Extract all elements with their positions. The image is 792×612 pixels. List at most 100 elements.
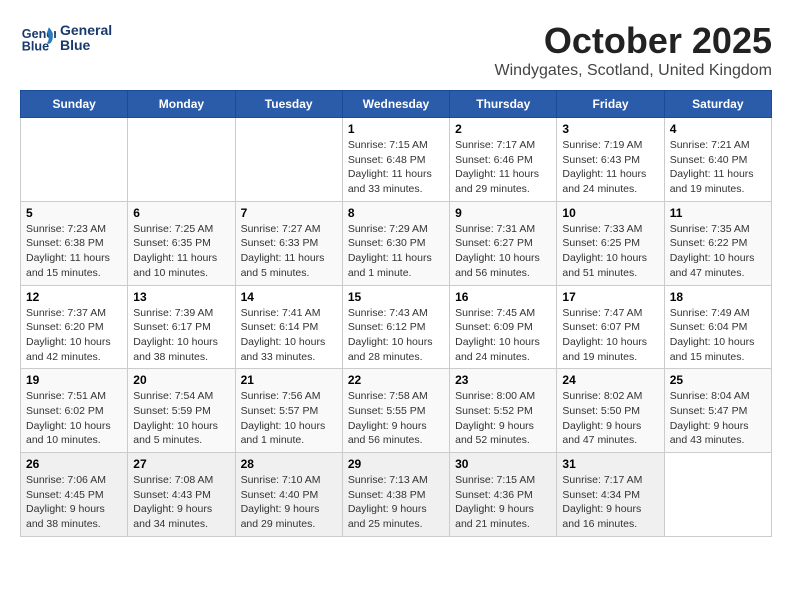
day-info: Sunrise: 7:06 AM Sunset: 4:45 PM Dayligh… [26,473,122,532]
day-cell: 28 Sunrise: 7:10 AM Sunset: 4:40 PM Dayli… [235,453,342,537]
day-info: Sunrise: 7:39 AM Sunset: 6:17 PM Dayligh… [133,306,229,365]
day-info: Sunrise: 7:43 AM Sunset: 6:12 PM Dayligh… [348,306,444,365]
day-number: 26 [26,457,122,471]
day-cell: 23Sunrise: 8:00 AM Sunset: 5:52 PM Dayli… [450,369,557,453]
day-cell: 10Sunrise: 7:33 AM Sunset: 6:25 PM Dayli… [557,201,664,285]
day-cell [664,453,771,537]
day-header-sunday: Sunday [21,91,128,118]
day-cell: 2 Sunrise: 7:17 AM Sunset: 6:46 PM Daylig… [450,118,557,202]
day-cell: 6 Sunrise: 7:25 AM Sunset: 6:35 PM Daylig… [128,201,235,285]
day-info: Sunrise: 7:56 AM Sunset: 5:57 PM Dayligh… [241,389,337,448]
day-cell: 17 Sunrise: 7:47 AM Sunset: 6:07 PM Dayli… [557,285,664,369]
day-number: 1 [348,122,444,136]
day-info: Sunrise: 7:17 AM Sunset: 4:34 PM Dayligh… [562,473,658,532]
day-info: Sunrise: 8:02 AM Sunset: 5:50 PM Dayligh… [562,389,658,448]
header: General Blue General Blue October 2025 W… [20,20,772,80]
day-number: 3 [562,122,658,136]
day-cell: 20Sunrise: 7:54 AM Sunset: 5:59 PM Dayli… [128,369,235,453]
day-cell: 21 Sunrise: 7:56 AM Sunset: 5:57 PM Dayli… [235,369,342,453]
day-cell: 5Sunrise: 7:23 AM Sunset: 6:38 PM Daylig… [21,201,128,285]
day-info: Sunrise: 7:35 AM Sunset: 6:22 PM Dayligh… [670,222,766,281]
day-info: Sunrise: 7:19 AM Sunset: 6:43 PM Dayligh… [562,138,658,197]
day-info: Sunrise: 8:04 AM Sunset: 5:47 PM Dayligh… [670,389,766,448]
day-header-thursday: Thursday [450,91,557,118]
day-cell: 7Sunrise: 7:27 AM Sunset: 6:33 PM Daylig… [235,201,342,285]
day-info: Sunrise: 7:29 AM Sunset: 6:30 PM Dayligh… [348,222,444,281]
day-number: 12 [26,290,122,304]
day-info: Sunrise: 7:49 AM Sunset: 6:04 PM Dayligh… [670,306,766,365]
week-row-4: 19Sunrise: 7:51 AM Sunset: 6:02 PM Dayli… [21,369,772,453]
day-info: Sunrise: 7:25 AM Sunset: 6:35 PM Dayligh… [133,222,229,281]
day-cell: 31 Sunrise: 7:17 AM Sunset: 4:34 PM Dayli… [557,453,664,537]
day-cell: 13Sunrise: 7:39 AM Sunset: 6:17 PM Dayli… [128,285,235,369]
day-cell: 30Sunrise: 7:15 AM Sunset: 4:36 PM Dayli… [450,453,557,537]
day-number: 22 [348,373,444,387]
week-row-3: 12Sunrise: 7:37 AM Sunset: 6:20 PM Dayli… [21,285,772,369]
title-section: October 2025 Windygates, Scotland, Unite… [495,20,772,80]
calendar-table: SundayMondayTuesdayWednesdayThursdayFrid… [20,90,772,537]
month-title: October 2025 [495,20,772,62]
day-cell: 25 Sunrise: 8:04 AM Sunset: 5:47 PM Dayli… [664,369,771,453]
day-number: 20 [133,373,229,387]
day-header-wednesday: Wednesday [342,91,449,118]
logo-icon: General Blue [20,20,56,56]
day-number: 30 [455,457,551,471]
day-number: 11 [670,206,766,220]
day-cell: 11 Sunrise: 7:35 AM Sunset: 6:22 PM Dayli… [664,201,771,285]
day-info: Sunrise: 7:31 AM Sunset: 6:27 PM Dayligh… [455,222,551,281]
day-number: 21 [241,373,337,387]
day-cell [128,118,235,202]
day-cell: 18 Sunrise: 7:49 AM Sunset: 6:04 PM Dayli… [664,285,771,369]
day-number: 9 [455,206,551,220]
day-cell: 14Sunrise: 7:41 AM Sunset: 6:14 PM Dayli… [235,285,342,369]
day-header-tuesday: Tuesday [235,91,342,118]
day-number: 19 [26,373,122,387]
day-info: Sunrise: 7:47 AM Sunset: 6:07 PM Dayligh… [562,306,658,365]
location-title: Windygates, Scotland, United Kingdom [495,62,772,80]
day-number: 28 [241,457,337,471]
day-cell: 1 Sunrise: 7:15 AM Sunset: 6:48 PM Daylig… [342,118,449,202]
day-info: Sunrise: 7:15 AM Sunset: 6:48 PM Dayligh… [348,138,444,197]
day-number: 31 [562,457,658,471]
day-cell: 4 Sunrise: 7:21 AM Sunset: 6:40 PM Daylig… [664,118,771,202]
day-number: 14 [241,290,337,304]
day-cell: 26 Sunrise: 7:06 AM Sunset: 4:45 PM Dayli… [21,453,128,537]
day-cell: 12Sunrise: 7:37 AM Sunset: 6:20 PM Dayli… [21,285,128,369]
day-cell: 29 Sunrise: 7:13 AM Sunset: 4:38 PM Dayli… [342,453,449,537]
day-info: Sunrise: 7:10 AM Sunset: 4:40 PM Dayligh… [241,473,337,532]
logo: General Blue General Blue [20,20,112,56]
day-cell [21,118,128,202]
day-info: Sunrise: 7:17 AM Sunset: 6:46 PM Dayligh… [455,138,551,197]
day-cell: 3 Sunrise: 7:19 AM Sunset: 6:43 PM Daylig… [557,118,664,202]
day-number: 16 [455,290,551,304]
day-number: 8 [348,206,444,220]
day-cell: 15 Sunrise: 7:43 AM Sunset: 6:12 PM Dayli… [342,285,449,369]
day-info: Sunrise: 7:13 AM Sunset: 4:38 PM Dayligh… [348,473,444,532]
day-number: 25 [670,373,766,387]
day-number: 29 [348,457,444,471]
day-number: 15 [348,290,444,304]
day-number: 7 [241,206,337,220]
day-cell: 19Sunrise: 7:51 AM Sunset: 6:02 PM Dayli… [21,369,128,453]
day-header-monday: Monday [128,91,235,118]
day-cell: 22Sunrise: 7:58 AM Sunset: 5:55 PM Dayli… [342,369,449,453]
day-header-saturday: Saturday [664,91,771,118]
day-number: 10 [562,206,658,220]
day-number: 18 [670,290,766,304]
logo-line1: General [60,23,112,38]
day-cell: 9 Sunrise: 7:31 AM Sunset: 6:27 PM Daylig… [450,201,557,285]
day-info: Sunrise: 7:21 AM Sunset: 6:40 PM Dayligh… [670,138,766,197]
day-number: 6 [133,206,229,220]
day-number: 5 [26,206,122,220]
day-number: 4 [670,122,766,136]
day-cell: 8 Sunrise: 7:29 AM Sunset: 6:30 PM Daylig… [342,201,449,285]
day-number: 2 [455,122,551,136]
day-cell: 16Sunrise: 7:45 AM Sunset: 6:09 PM Dayli… [450,285,557,369]
day-cell: 24Sunrise: 8:02 AM Sunset: 5:50 PM Dayli… [557,369,664,453]
week-row-2: 5Sunrise: 7:23 AM Sunset: 6:38 PM Daylig… [21,201,772,285]
day-info: Sunrise: 7:08 AM Sunset: 4:43 PM Dayligh… [133,473,229,532]
day-number: 17 [562,290,658,304]
day-number: 23 [455,373,551,387]
day-cell: 27Sunrise: 7:08 AM Sunset: 4:43 PM Dayli… [128,453,235,537]
svg-text:Blue: Blue [22,40,49,54]
